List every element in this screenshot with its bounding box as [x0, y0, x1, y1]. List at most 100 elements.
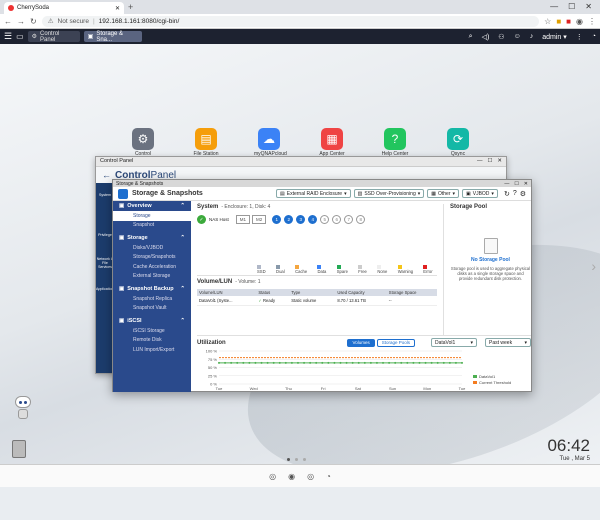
- disk-slot[interactable]: 4: [308, 215, 318, 224]
- back-arrow-icon[interactable]: ←: [4, 17, 12, 26]
- disk-slot[interactable]: 7: [344, 215, 354, 224]
- dashboard-icon[interactable]: ◔: [592, 33, 596, 40]
- menu-item[interactable]: Storage: [113, 211, 191, 221]
- new-tab-button[interactable]: +: [128, 2, 133, 12]
- tab-close-icon[interactable]: ✕: [115, 5, 120, 12]
- table-cell: Static volume: [289, 296, 336, 306]
- qoo-robot-icon[interactable]: [12, 396, 34, 422]
- column-header[interactable]: Type: [289, 289, 336, 296]
- refresh-icon[interactable]: ↻: [504, 190, 510, 198]
- disk-slot[interactable]: 2: [284, 215, 294, 224]
- column-header[interactable]: Storage Space: [386, 289, 437, 296]
- volumes-toggle[interactable]: Volumes: [347, 338, 375, 347]
- help-icon[interactable]: ?: [513, 190, 517, 197]
- volume-icon[interactable]: ◁): [482, 33, 490, 41]
- page-dot[interactable]: [303, 458, 306, 461]
- column-header[interactable]: Used Capacity: [335, 289, 387, 296]
- menu-item[interactable]: Cache Acceleration: [113, 262, 191, 272]
- minimize-button[interactable]: —: [504, 181, 509, 187]
- desktop-icon[interactable]: ☁ myQNAPcloud: [254, 128, 287, 157]
- user-menu[interactable]: admin ▾: [542, 33, 567, 41]
- maximize-button[interactable]: ☐: [487, 158, 492, 165]
- menu-item[interactable]: Storage/Snapshots: [113, 253, 191, 263]
- settings-icon[interactable]: ⚙: [520, 190, 526, 198]
- m2-slot[interactable]: M1: [235, 215, 251, 224]
- tab-storage-snapshots[interactable]: ▣ Storage & Sna...: [83, 31, 142, 43]
- menu-section[interactable]: ▣ Storage ⌃: [113, 233, 191, 243]
- url-input[interactable]: ⚠ Not secure | 192.168.1.161:8080/cgi-bi…: [41, 15, 540, 27]
- vjbod-dropdown[interactable]: ▣ VJBOD ▾: [462, 189, 498, 198]
- range-select[interactable]: Past week ▾: [485, 338, 531, 347]
- menu-section[interactable]: ▣ iSCSI ⌃: [113, 316, 191, 326]
- column-header[interactable]: Volume/LUN: [197, 289, 257, 296]
- page-dot[interactable]: [295, 458, 298, 461]
- other-dropdown[interactable]: ▦ Other ▾: [427, 189, 460, 198]
- options-icon[interactable]: ⋮: [576, 33, 583, 41]
- menu-item[interactable]: iSCSI Storage: [113, 326, 191, 336]
- disk-slot[interactable]: 5: [320, 215, 330, 224]
- back-arrow-icon[interactable]: ←: [102, 170, 111, 180]
- menu-item[interactable]: Snapshot Replica: [113, 294, 191, 304]
- search-icon[interactable]: ⌕: [469, 33, 473, 41]
- table-row[interactable]: DataVol1 (Syste... ✓ Ready Static volume 8.…: [197, 296, 437, 306]
- menu-item[interactable]: Remote Disk: [113, 336, 191, 346]
- menu-item[interactable]: LUN Import/Export: [113, 345, 191, 355]
- menu-item[interactable]: Snapshot: [113, 221, 191, 231]
- desktop-icon[interactable]: ▦ App Center: [317, 128, 347, 157]
- page-indicator: [287, 458, 306, 461]
- tasks-icon[interactable]: ⚇: [498, 33, 504, 41]
- dock-app-icon[interactable]: ◉: [288, 472, 295, 481]
- show-desktop-icon[interactable]: ▭: [16, 32, 24, 41]
- menu-item[interactable]: Snapshot Vault: [113, 304, 191, 314]
- close-window-button[interactable]: ✕: [585, 2, 592, 11]
- users-icon[interactable]: ☺: [514, 33, 521, 40]
- notifications-icon[interactable]: ♪: [530, 33, 534, 40]
- main-menu-icon[interactable]: ☰: [4, 31, 12, 42]
- data-point: [230, 361, 233, 364]
- storage-pools-toggle[interactable]: Storage Pools: [376, 338, 415, 347]
- column-header[interactable]: Status: [256, 289, 290, 296]
- menu-item[interactable]: Disks/VJBOD: [113, 243, 191, 253]
- minimize-button[interactable]: —: [477, 158, 483, 165]
- external-raid-dropdown[interactable]: ▤ External RAID Enclosure ▾: [276, 189, 351, 198]
- data-point: [333, 361, 336, 364]
- m2-slot[interactable]: M2: [252, 215, 267, 224]
- browser-tab[interactable]: CherrySoda ✕: [4, 2, 124, 14]
- star-icon[interactable]: ☆: [544, 17, 551, 26]
- extension-icon-2[interactable]: ■: [566, 17, 571, 26]
- next-page-arrow-icon[interactable]: ›: [591, 258, 596, 274]
- menu-section[interactable]: ▣ Snapshot Backup ⌃: [113, 284, 191, 294]
- close-button[interactable]: ✕: [497, 158, 502, 165]
- ssd-overprovisioning-dropdown[interactable]: ▥ SSD Over-Provisioning ▾: [353, 189, 425, 198]
- trash-icon[interactable]: [12, 440, 26, 458]
- menu-section[interactable]: ▣ Overview ⌃: [113, 201, 191, 211]
- volume-select[interactable]: DataVol1 ▾: [431, 338, 477, 347]
- disk-slot[interactable]: 6: [332, 215, 342, 224]
- page-dot-active[interactable]: [287, 458, 290, 461]
- data-point: [260, 361, 263, 364]
- profile-icon[interactable]: ◉: [576, 17, 583, 26]
- close-button[interactable]: ✕: [524, 181, 528, 187]
- desktop-icon[interactable]: ▤ File Station: [191, 128, 221, 157]
- menu-item[interactable]: External Storage: [113, 272, 191, 282]
- data-point: [236, 361, 239, 364]
- maximize-button[interactable]: ☐: [514, 181, 518, 187]
- disk-slot[interactable]: 1: [272, 215, 282, 224]
- no-storage-pool-link[interactable]: No Storage Pool: [450, 257, 531, 263]
- minimize-button[interactable]: —: [550, 2, 558, 11]
- desktop-icon[interactable]: ? Help Center: [380, 128, 410, 157]
- reload-icon[interactable]: ↻: [30, 17, 37, 26]
- dock-app-icon[interactable]: ◎: [307, 472, 314, 481]
- dock-app-icon[interactable]: ◔: [326, 472, 331, 481]
- forward-arrow-icon[interactable]: →: [17, 17, 25, 26]
- maximize-button[interactable]: ☐: [568, 2, 575, 11]
- disk-slot[interactable]: 3: [296, 215, 306, 224]
- tab-control-panel[interactable]: ⚙ Control Panel: [27, 31, 80, 43]
- browser-menu-icon[interactable]: ⋮: [588, 17, 596, 26]
- menu-section-icon: ▣: [119, 318, 125, 324]
- data-point: [461, 361, 463, 364]
- disk-slot[interactable]: 8: [356, 215, 366, 224]
- not-secure-label: Not secure: [57, 17, 89, 25]
- extension-icon[interactable]: ■: [556, 17, 561, 26]
- dock-app-icon[interactable]: ◎: [269, 472, 276, 481]
